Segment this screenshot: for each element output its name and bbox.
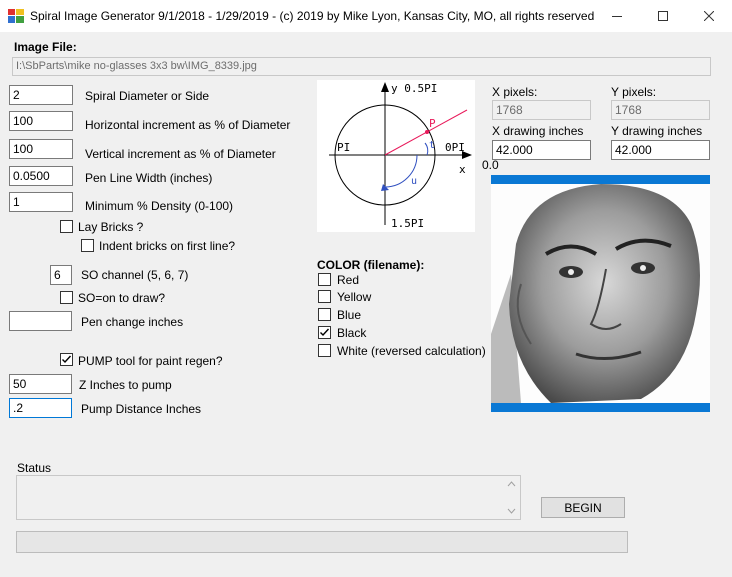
pen-width-input[interactable]: 0.0500 <box>9 166 73 186</box>
diagram-right-label: 0PI <box>445 141 465 154</box>
diagram-p-label: P <box>429 117 436 130</box>
horizontal-increment-input[interactable]: 100 <box>9 111 73 131</box>
color-red-label: Red <box>337 273 360 287</box>
maximize-button[interactable] <box>640 0 686 32</box>
color-black-label: Black <box>337 326 367 340</box>
close-icon <box>704 11 714 21</box>
app-icon <box>8 9 24 23</box>
y-inches-label: Y drawing inches <box>611 124 703 138</box>
indent-bricks-checkbox[interactable] <box>81 239 94 252</box>
image-file-label: Image File: <box>14 40 77 54</box>
color-title: COLOR (filename): <box>317 258 425 272</box>
pen-change-label: Pen change inches <box>81 315 184 329</box>
diagram-t-label: t <box>429 140 435 151</box>
x-inches-label: X drawing inches <box>492 124 584 138</box>
color-yellow-checkbox[interactable] <box>318 290 331 303</box>
diagram-left-label: PI <box>337 141 350 154</box>
z-inches-label: Z Inches to pump <box>79 378 172 392</box>
indent-bricks-label: Indent bricks on first line? <box>99 239 236 253</box>
x-pixels-label: X pixels: <box>492 85 538 99</box>
pump-checkbox[interactable] <box>60 353 73 366</box>
status-scrollbar[interactable] <box>503 476 520 519</box>
polar-diagram: y 0.5PI PI 0PI 1.5PI x P t u <box>317 80 475 232</box>
spiral-diameter-input[interactable]: 2 <box>9 85 73 105</box>
begin-button[interactable]: BEGIN <box>541 497 625 518</box>
min-density-label: Minimum % Density (0-100) <box>85 199 234 213</box>
color-red-checkbox[interactable] <box>318 273 331 286</box>
y-inches-input[interactable]: 42.000 <box>611 140 710 160</box>
pen-width-label: Pen Line Width (inches) <box>85 171 213 185</box>
status-label: Status <box>17 461 52 475</box>
pen-change-input[interactable] <box>9 311 72 331</box>
y-pixels-label: Y pixels: <box>611 85 657 99</box>
minimize-button[interactable] <box>594 0 640 32</box>
progress-bar <box>16 531 628 553</box>
x-inches-input[interactable]: 42.000 <box>492 140 591 160</box>
diagram-x-label: x <box>459 163 466 176</box>
horizontal-increment-label: Horizontal increment as % of Diameter <box>85 118 291 132</box>
so-channel-input[interactable]: 6 <box>50 265 72 285</box>
lay-bricks-checkbox[interactable] <box>60 220 73 233</box>
vertical-increment-label: Vertical increment as % of Diameter <box>85 147 276 161</box>
color-white-label: White (reversed calculation) <box>337 344 486 358</box>
vertical-increment-input[interactable]: 100 <box>9 139 73 159</box>
color-blue-label: Blue <box>337 308 362 322</box>
pump-distance-label: Pump Distance Inches <box>81 402 202 416</box>
origin-label: 0.0 <box>482 158 499 172</box>
maximize-icon <box>658 11 668 21</box>
diagram-u-label: u <box>411 176 417 187</box>
portrait-preview <box>491 184 710 403</box>
close-button[interactable] <box>686 0 732 32</box>
image-file-path[interactable]: I:\SbParts\mike no-glasses 3x3 bw\IMG_83… <box>12 57 711 76</box>
pump-label: PUMP tool for paint regen? <box>78 354 223 368</box>
color-white-checkbox[interactable] <box>318 344 331 357</box>
diagram-top-label: y 0.5PI <box>391 82 437 95</box>
so-on-checkbox[interactable] <box>60 291 73 304</box>
status-text <box>17 476 23 482</box>
pump-distance-input[interactable]: .2 <box>9 398 72 418</box>
diagram-bottom-label: 1.5PI <box>391 217 424 230</box>
preview-top-bar <box>491 175 710 184</box>
window-title: Spiral Image Generator 9/1/2018 - 1/29/2… <box>30 9 595 23</box>
y-pixels-value: 1768 <box>611 100 710 120</box>
status-textarea[interactable] <box>16 475 521 520</box>
so-channel-label: SO channel (5, 6, 7) <box>81 268 189 282</box>
preview-bottom-bar <box>491 403 710 412</box>
so-on-label: SO=on to draw? <box>78 291 166 305</box>
spiral-diameter-label: Spiral Diameter or Side <box>85 89 210 103</box>
lay-bricks-label: Lay Bricks ? <box>78 220 144 234</box>
color-black-checkbox[interactable] <box>318 326 331 339</box>
checkmark-icon <box>320 328 330 337</box>
min-density-input[interactable]: 1 <box>9 192 73 212</box>
minimize-icon <box>612 16 622 17</box>
color-yellow-label: Yellow <box>337 290 372 304</box>
x-pixels-value: 1768 <box>492 100 591 120</box>
z-inches-input[interactable]: 50 <box>9 374 72 394</box>
scroll-arrows-icon <box>507 481 516 514</box>
color-blue-checkbox[interactable] <box>318 308 331 321</box>
checkmark-icon <box>62 355 72 364</box>
